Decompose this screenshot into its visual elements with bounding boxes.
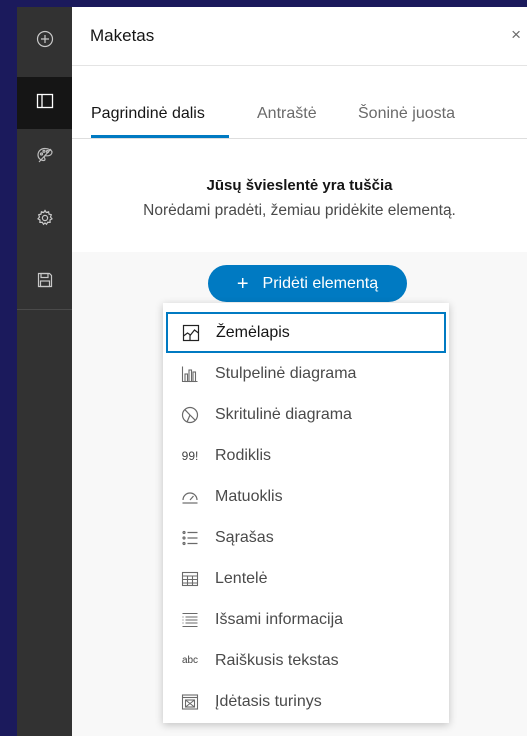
layout-icon — [36, 92, 54, 115]
menu-item-label: Lentelė — [215, 569, 268, 587]
rail-theme-button[interactable] — [17, 131, 72, 183]
tab-sidebar[interactable]: Šoninė juosta — [358, 105, 455, 123]
gauge-icon — [180, 487, 200, 507]
menu-item-map[interactable]: Žemėlapis — [166, 312, 446, 353]
rail-add-button[interactable] — [17, 15, 72, 67]
menu-item-label: Išsami informacija — [215, 610, 344, 628]
empty-state-subtitle: Norėdami pradėti, žemiau pridėkite eleme… — [143, 202, 456, 219]
menu-item-bar-chart[interactable]: Stulpelinė diagrama — [163, 353, 449, 394]
empty-state-title: Jūsų švieslentė yra tuščia — [206, 177, 393, 194]
rail-settings-button[interactable] — [17, 194, 72, 246]
app-frame: Maketas × Pagrindinė dalis Antraštė Šoni… — [17, 7, 527, 736]
menu-item-label: Skritulinė diagrama — [215, 405, 352, 423]
menu-item-pie-chart[interactable]: Skritulinė diagrama — [163, 394, 449, 435]
menu-item-label: Raiškusis tekstas — [215, 651, 339, 669]
menu-item-label: Rodiklis — [215, 446, 272, 464]
active-tab-indicator — [91, 135, 229, 138]
save-icon — [36, 271, 54, 294]
pie-chart-icon — [180, 405, 200, 425]
add-element-label: Pridėti elementą — [262, 274, 379, 292]
tab-bar: Pagrindinė dalis Antraštė Šoninė juosta — [72, 66, 527, 139]
menu-item-details[interactable]: Išsami informacija — [163, 599, 449, 640]
close-icon: × — [511, 25, 521, 44]
panel-header: Maketas × — [72, 7, 527, 66]
empty-state: Jūsų švieslentė yra tuščia Norėdami prad… — [72, 139, 527, 252]
menu-item-label: Sąrašas — [215, 528, 274, 546]
menu-item-label: Žemėlapis — [216, 323, 290, 341]
list-icon — [180, 528, 200, 548]
gear-icon — [36, 208, 54, 232]
menu-item-label: Matuoklis — [215, 487, 283, 505]
tab-body[interactable]: Pagrindinė dalis — [91, 105, 205, 123]
menu-item-embed[interactable]: Įdėtasis turinys — [163, 681, 449, 722]
indicator-icon: 99! — [181, 448, 199, 463]
layout-panel: Maketas × Pagrindinė dalis Antraštė Šoni… — [72, 7, 527, 736]
rail-layout-button[interactable] — [17, 77, 72, 129]
menu-item-table[interactable]: Lentelė — [163, 558, 449, 599]
menu-item-gauge[interactable]: Matuoklis — [163, 476, 449, 517]
details-icon — [180, 610, 200, 630]
menu-item-label: Įdėtasis turinys — [215, 692, 322, 710]
embed-icon — [180, 692, 200, 712]
plus-icon: + — [236, 272, 249, 295]
menu-item-indicator[interactable]: 99! Rodiklis — [163, 435, 449, 476]
add-circle-icon — [36, 30, 54, 53]
menu-item-list[interactable]: Sąrašas — [163, 517, 449, 558]
panel-title: Maketas — [90, 26, 155, 45]
add-element-button[interactable]: + Pridėti elementą — [208, 265, 407, 302]
rail-divider — [17, 309, 72, 310]
element-menu: Žemėlapis Stulpelinė diagrama Skritulinė… — [163, 303, 449, 723]
rail-save-button[interactable] — [17, 256, 72, 308]
palette-icon — [36, 146, 54, 169]
menu-item-rich-text[interactable]: abc Raiškusis tekstas — [163, 640, 449, 681]
bar-chart-icon — [180, 364, 200, 384]
map-icon — [181, 323, 201, 343]
close-button[interactable]: × — [511, 25, 521, 45]
menu-item-label: Stulpelinė diagrama — [215, 364, 357, 382]
table-icon — [180, 569, 200, 589]
left-rail — [17, 7, 72, 736]
tab-header[interactable]: Antraštė — [257, 105, 317, 123]
rich-text-icon: abc — [181, 655, 199, 666]
